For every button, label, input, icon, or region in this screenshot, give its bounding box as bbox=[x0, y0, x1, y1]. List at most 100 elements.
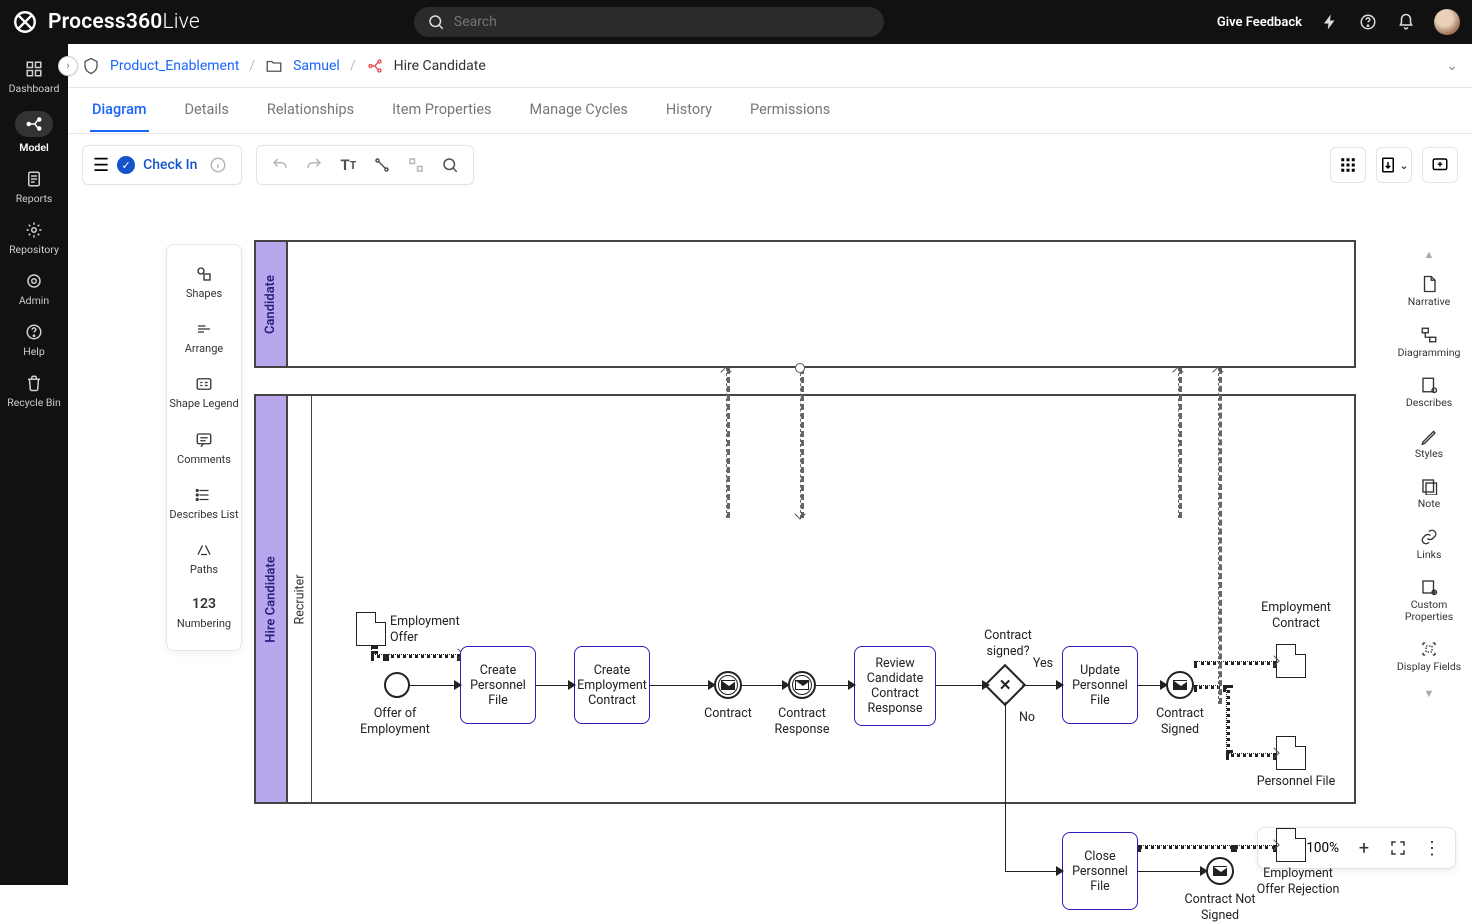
nav-repository[interactable]: Repository bbox=[4, 215, 64, 262]
scroll-down-icon[interactable]: ▼ bbox=[1424, 683, 1435, 704]
give-feedback-link[interactable]: Give Feedback bbox=[1217, 15, 1302, 30]
pool-header-candidate[interactable]: Candidate bbox=[256, 242, 288, 366]
event-contract-response[interactable] bbox=[788, 671, 816, 699]
pool-candidate[interactable]: Candidate bbox=[254, 240, 1356, 368]
palette-shapes[interactable]: Shapes bbox=[167, 255, 241, 310]
rtool-narrative[interactable]: Narrative bbox=[1394, 267, 1464, 316]
start-event-label: Offer of Employment bbox=[350, 706, 440, 737]
app-logo[interactable]: Process360Live bbox=[12, 9, 200, 35]
logo-icon bbox=[12, 9, 38, 35]
rtool-display-fields[interactable]: Display Fields bbox=[1394, 632, 1464, 681]
menu-icon[interactable]: ☰ bbox=[93, 155, 109, 176]
collapse-sidebar-toggle[interactable]: › bbox=[58, 56, 78, 76]
fullscreen-icon[interactable] bbox=[1383, 833, 1413, 863]
shape-palette: Shapes Arrange Shape Legend Comments Des… bbox=[166, 244, 242, 651]
tabs: Diagram Details Relationships Item Prope… bbox=[68, 88, 1472, 134]
event-contract-signed[interactable] bbox=[1166, 671, 1194, 699]
palette-arrange[interactable]: Arrange bbox=[167, 310, 241, 365]
info-icon[interactable] bbox=[205, 152, 231, 178]
tab-permissions[interactable]: Permissions bbox=[748, 89, 832, 132]
nav-reports[interactable]: Reports bbox=[4, 164, 64, 211]
event-not-signed[interactable] bbox=[1206, 857, 1234, 885]
data-employment-contract[interactable] bbox=[1276, 644, 1306, 678]
rtool-styles[interactable]: Styles bbox=[1394, 419, 1464, 468]
palette-numbering[interactable]: 123Numbering bbox=[167, 586, 241, 640]
task-create-personnel-file[interactable]: Create Personnel File bbox=[460, 646, 536, 724]
checkin-button[interactable]: Check In bbox=[143, 157, 197, 173]
palette-paths[interactable]: Paths bbox=[167, 531, 241, 586]
label-no: No bbox=[1012, 710, 1042, 726]
chevron-down-icon[interactable]: ⌄ bbox=[1446, 58, 1458, 74]
nav-model[interactable]: Model bbox=[4, 105, 64, 160]
export-icon[interactable]: ⌄ bbox=[1376, 147, 1412, 183]
redo-icon[interactable] bbox=[301, 152, 327, 178]
nav-help[interactable]: Help bbox=[4, 317, 64, 364]
pool-header-hire[interactable]: Hire Candidate bbox=[256, 396, 288, 802]
add-comment-icon[interactable] bbox=[1422, 147, 1458, 183]
pool-hire-candidate[interactable]: Hire Candidate Recruiter Offer of Employ… bbox=[254, 394, 1356, 804]
lane-recruiter[interactable]: Recruiter bbox=[288, 396, 312, 802]
global-search[interactable] bbox=[414, 7, 884, 37]
task-update-personnel-file[interactable]: Update Personnel File bbox=[1062, 646, 1138, 724]
tab-relationships[interactable]: Relationships bbox=[265, 89, 356, 132]
label-employment-offer: Employment Offer bbox=[390, 614, 480, 645]
rtool-note[interactable]: Note bbox=[1394, 469, 1464, 518]
nav-recycle[interactable]: Recycle Bin bbox=[4, 368, 64, 415]
label-emp-contract: Employment Contract bbox=[1248, 600, 1344, 631]
bell-icon[interactable] bbox=[1396, 12, 1416, 32]
tab-details[interactable]: Details bbox=[183, 89, 231, 132]
palette-describes[interactable]: Describes List bbox=[167, 476, 241, 531]
grid-view-icon[interactable] bbox=[1330, 147, 1366, 183]
zoom-in-button[interactable]: + bbox=[1349, 833, 1379, 863]
search-icon bbox=[426, 12, 446, 32]
nav-admin[interactable]: Admin bbox=[4, 266, 64, 313]
label-contract: Contract bbox=[692, 706, 764, 722]
rtool-describes[interactable]: Describes bbox=[1394, 368, 1464, 417]
rtool-links[interactable]: Links bbox=[1394, 520, 1464, 569]
lightning-icon[interactable] bbox=[1320, 12, 1340, 32]
palette-legend[interactable]: Shape Legend bbox=[167, 365, 241, 420]
nav-dashboard[interactable]: Dashboard bbox=[4, 54, 64, 101]
more-icon[interactable]: ⋮ bbox=[1417, 833, 1447, 863]
breadcrumb: › Product_Enablement / Samuel / Hire Can… bbox=[68, 44, 1472, 88]
user-avatar[interactable] bbox=[1434, 9, 1460, 35]
topbar: Process360Live Give Feedback bbox=[0, 0, 1472, 44]
tab-item-properties[interactable]: Item Properties bbox=[390, 89, 493, 132]
gateway-signed[interactable] bbox=[984, 664, 1026, 706]
product-name: Process360Live bbox=[48, 10, 200, 34]
tab-history[interactable]: History bbox=[664, 89, 714, 132]
text-icon[interactable]: TT bbox=[335, 152, 361, 178]
diagram-icon bbox=[366, 57, 384, 75]
breadcrumb-link-project[interactable]: Product_Enablement bbox=[110, 58, 239, 74]
rtool-custom-props[interactable]: Custom Properties bbox=[1394, 570, 1464, 630]
format-icon[interactable] bbox=[403, 152, 429, 178]
data-offer-rejection[interactable] bbox=[1276, 828, 1306, 862]
diagram-canvas[interactable]: Candidate Hire Candidate Recruiter Offer… bbox=[254, 240, 1386, 801]
label-personnel-file: Personnel File bbox=[1256, 774, 1336, 790]
label-offer-rejection: Employment Offer Rejection bbox=[1248, 866, 1348, 897]
search-tool-icon[interactable] bbox=[437, 152, 463, 178]
breadcrumb-current: Hire Candidate bbox=[394, 58, 486, 74]
content-area: › Product_Enablement / Samuel / Hire Can… bbox=[68, 44, 1472, 885]
folder-icon bbox=[265, 57, 283, 75]
scroll-up-icon[interactable]: ▲ bbox=[1424, 244, 1435, 265]
task-create-employment-contract[interactable]: Create Employment Contract bbox=[574, 646, 650, 724]
data-personnel-file[interactable] bbox=[1276, 736, 1306, 770]
breadcrumb-link-folder[interactable]: Samuel bbox=[293, 58, 340, 74]
checkin-status-icon: ✓ bbox=[117, 156, 135, 174]
tab-diagram[interactable]: Diagram bbox=[90, 89, 149, 132]
data-employment-offer[interactable] bbox=[356, 612, 386, 646]
event-contract[interactable] bbox=[714, 671, 742, 699]
tab-manage-cycles[interactable]: Manage Cycles bbox=[528, 89, 630, 132]
undo-icon[interactable] bbox=[267, 152, 293, 178]
start-event[interactable] bbox=[384, 672, 410, 698]
palette-comments[interactable]: Comments bbox=[167, 421, 241, 476]
search-input[interactable] bbox=[454, 14, 872, 30]
help-icon[interactable] bbox=[1358, 12, 1378, 32]
task-close-personnel-file[interactable]: Close Personnel File bbox=[1062, 832, 1138, 910]
rtool-diagramming[interactable]: Diagramming bbox=[1394, 318, 1464, 367]
diagram-toolbar: ☰ ✓ Check In TT ⌄ bbox=[68, 134, 1472, 196]
connector-icon[interactable] bbox=[369, 152, 395, 178]
task-review-response[interactable]: Review Candidate Contract Response bbox=[854, 646, 936, 726]
checkin-group: ☰ ✓ Check In bbox=[82, 145, 242, 185]
